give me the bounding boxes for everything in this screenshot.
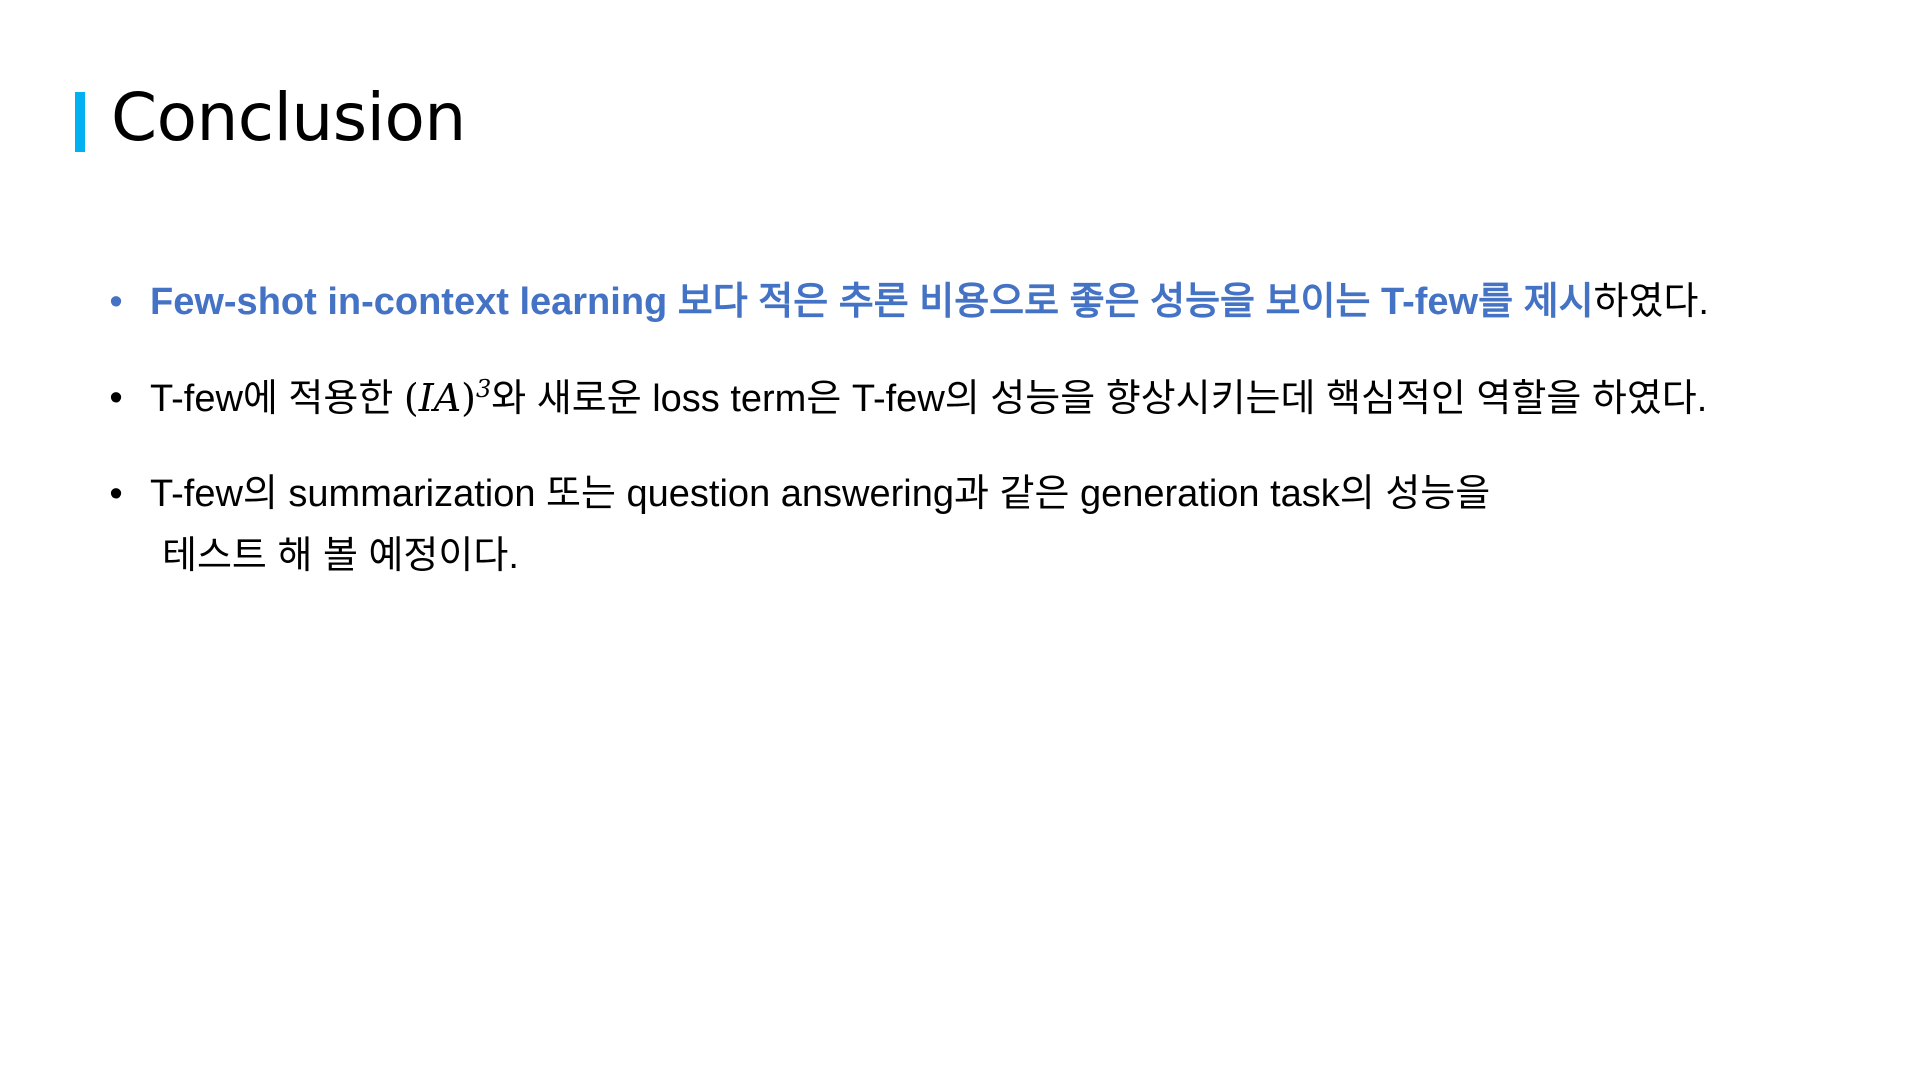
bullet-1-highlight: Few-shot in-context learning 보다 적은 추론 비용… bbox=[150, 281, 1594, 323]
bullet-item-1: • Few-shot in-context learning 보다 적은 추론 … bbox=[109, 280, 1709, 324]
bullet-1-rest: 하였다. bbox=[1593, 281, 1709, 323]
bullet-3-line-2: 테스트 해 볼 예정이다. bbox=[162, 535, 519, 577]
bullet-item-3: • T-few의 summarization 또는 question answe… bbox=[109, 472, 1491, 578]
title-accent-bar bbox=[75, 92, 85, 152]
bullet-2-suffix: 와 새로운 loss term은 T-few의 성능을 향상시키는데 핵심적인 … bbox=[491, 378, 1708, 420]
bullet-3-line-1: T-few의 summarization 또는 question answeri… bbox=[150, 473, 1491, 515]
slide-title: Conclusion bbox=[111, 79, 466, 156]
math-paren-close: ) bbox=[461, 376, 476, 420]
bullet-dot-icon: • bbox=[109, 473, 123, 515]
bullet-dot-icon: • bbox=[109, 281, 123, 323]
bullet-item-2: • T-few에 적용한 (IA)3와 새로운 loss term은 T-few… bbox=[109, 376, 1708, 421]
math-superscript: 3 bbox=[475, 375, 492, 403]
bullet-dot-icon: • bbox=[109, 377, 123, 419]
math-ia3: (IA)3 bbox=[404, 376, 491, 420]
bullet-2-prefix: T-few에 적용한 bbox=[150, 378, 404, 420]
math-body: IA bbox=[418, 376, 462, 420]
math-paren-open: ( bbox=[403, 376, 419, 420]
